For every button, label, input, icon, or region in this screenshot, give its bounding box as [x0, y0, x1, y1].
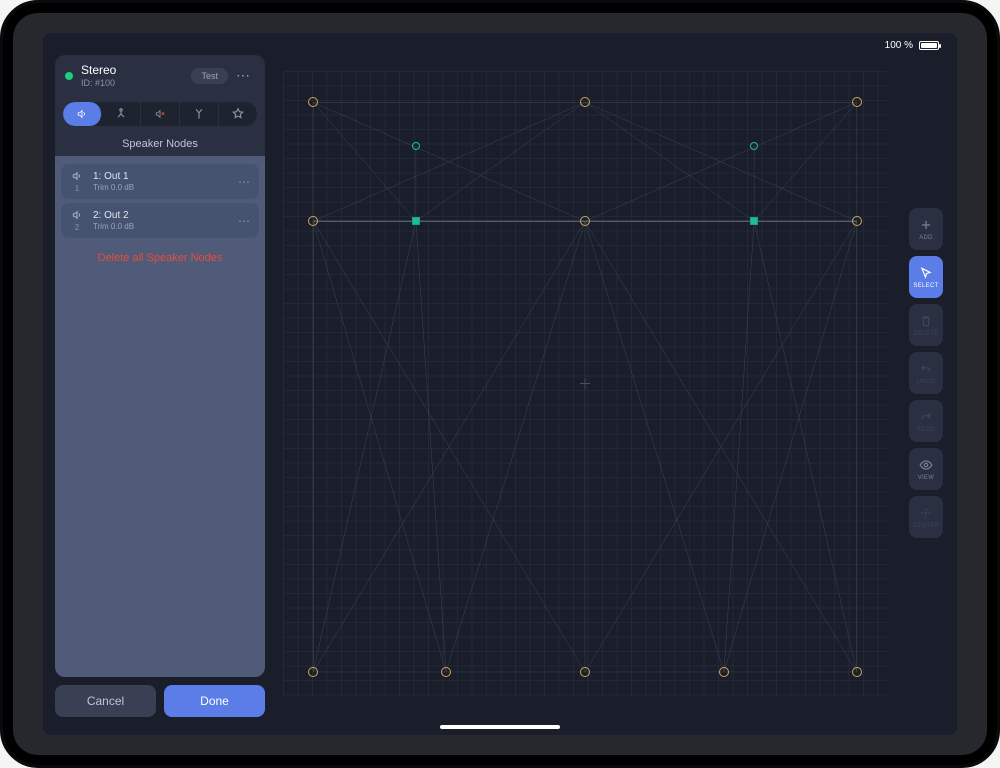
speaker-mute-icon [153, 109, 167, 119]
tool-delete[interactable]: DELETE [909, 304, 943, 346]
speaker-icon [69, 170, 85, 184]
tool-center[interactable]: CENTER [909, 496, 943, 538]
canvas-node[interactable] [441, 667, 451, 677]
node-title: 1: Out 1 [93, 171, 230, 182]
canvas-speaker-square[interactable] [750, 217, 758, 225]
center-icon [919, 506, 933, 520]
tool-label: VIEW [918, 475, 935, 481]
merge-icon [192, 107, 206, 121]
app-screen: 100 % Stereo ID: #100 Test ⋯ [43, 33, 957, 735]
plus-icon [919, 218, 933, 232]
tab-speakers[interactable] [63, 102, 102, 126]
battery-percentage: 100 % [885, 40, 913, 51]
status-bar: 100 % [885, 33, 957, 53]
node-list: 1 1: Out 1 Trim 0.0 dB ⋯ 2 [55, 156, 265, 677]
redo-icon [919, 410, 933, 424]
undo-icon [919, 362, 933, 376]
tab-branch[interactable] [102, 102, 141, 126]
sidebar: Stereo ID: #100 Test ⋯ [55, 55, 265, 717]
tool-view[interactable]: VIEW [909, 448, 943, 490]
tool-label: UNDO [917, 379, 936, 385]
node-item[interactable]: 2 2: Out 2 Trim 0.0 dB ⋯ [61, 203, 259, 238]
branch-icon [114, 107, 128, 121]
tool-redo[interactable]: REDO [909, 400, 943, 442]
node-more-icon[interactable]: ⋯ [238, 214, 251, 228]
toolbar-right: ADD SELECT DELETE UNDO REDO VIEW [909, 208, 943, 538]
canvas-node[interactable] [580, 667, 590, 677]
trash-icon [919, 314, 933, 328]
tool-select[interactable]: SELECT [909, 256, 943, 298]
node-trim: Trim 0.0 dB [93, 183, 230, 192]
tool-add[interactable]: ADD [909, 208, 943, 250]
canvas-node[interactable] [852, 216, 862, 226]
canvas-node[interactable] [852, 667, 862, 677]
done-button[interactable]: Done [164, 685, 265, 717]
speaker-icon [69, 209, 85, 223]
tab-mute[interactable] [141, 102, 180, 126]
sidebar-header: Stereo ID: #100 Test ⋯ [55, 55, 265, 96]
cancel-button[interactable]: Cancel [55, 685, 156, 717]
tool-label: CENTER [913, 523, 939, 529]
center-cross-icon: ＋ [578, 374, 592, 394]
config-name: Stereo [81, 63, 191, 77]
tool-label: ADD [919, 235, 933, 241]
node-trim: Trim 0.0 dB [93, 222, 230, 231]
canvas-speaker-circle[interactable] [412, 142, 420, 150]
config-id: ID: #100 [81, 78, 191, 88]
home-indicator[interactable] [440, 725, 560, 729]
test-button[interactable]: Test [191, 68, 228, 84]
status-dot-online [65, 72, 73, 80]
delete-all-link[interactable]: Delete all Speaker Nodes [61, 242, 259, 274]
tool-label: SELECT [913, 283, 938, 289]
header-more-icon[interactable]: ⋯ [228, 67, 255, 84]
node-index: 2 [69, 223, 85, 232]
node-item[interactable]: 1 1: Out 1 Trim 0.0 dB ⋯ [61, 164, 259, 199]
cursor-icon [919, 266, 933, 280]
speaker-icon [75, 109, 89, 119]
section-title: Speaker Nodes [55, 132, 265, 156]
tool-undo[interactable]: UNDO [909, 352, 943, 394]
node-index: 1 [69, 184, 85, 193]
tool-label: REDO [917, 427, 936, 433]
star-icon [231, 107, 245, 121]
tab-merge[interactable] [180, 102, 219, 126]
eye-icon [919, 458, 933, 472]
canvas-node[interactable] [719, 667, 729, 677]
tool-label: DELETE [913, 331, 938, 337]
tablet-frame: 100 % Stereo ID: #100 Test ⋯ [0, 0, 1000, 768]
tab-strip [55, 96, 265, 132]
canvas-speaker-square[interactable] [412, 217, 420, 225]
battery-icon [919, 41, 939, 50]
node-more-icon[interactable]: ⋯ [238, 175, 251, 189]
canvas[interactable]: ＋ [283, 71, 887, 697]
tab-favorite[interactable] [219, 102, 257, 126]
node-title: 2: Out 2 [93, 210, 230, 221]
